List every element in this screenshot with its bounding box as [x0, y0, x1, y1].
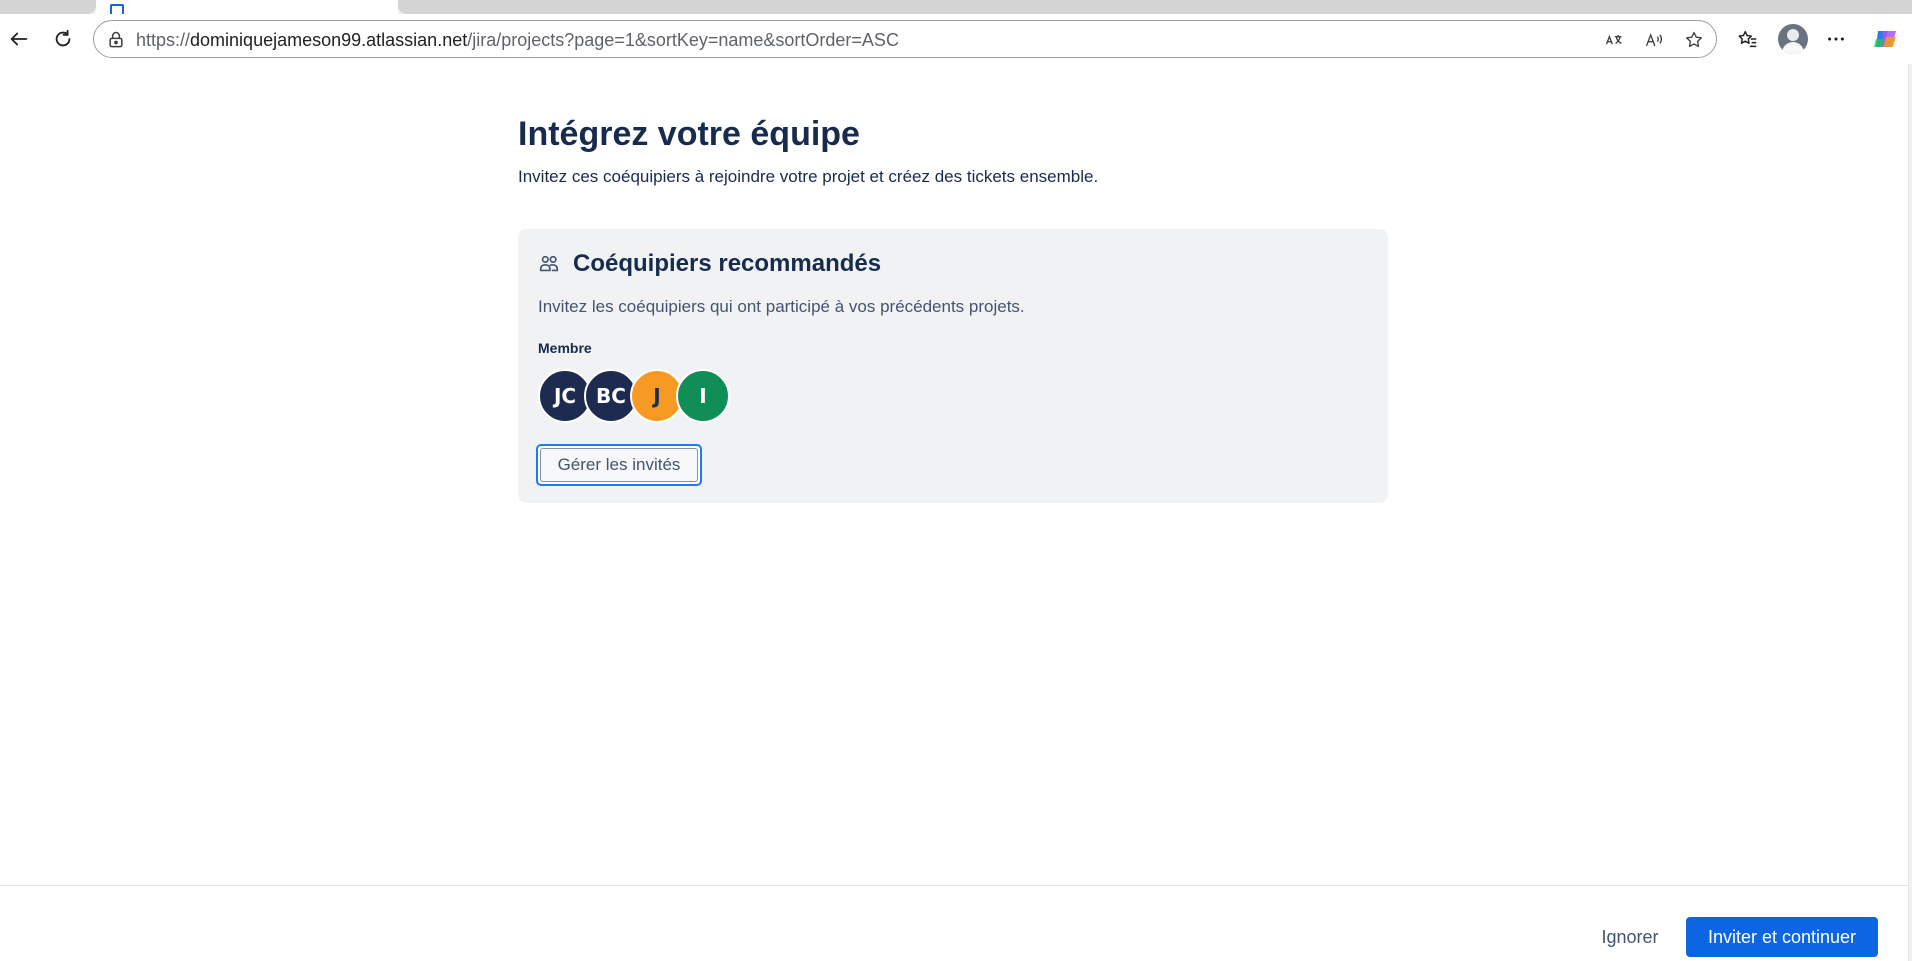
- refresh-icon[interactable]: [46, 22, 80, 56]
- star-icon[interactable]: [1682, 28, 1706, 52]
- manage-invites-label: Gérer les invités: [540, 448, 698, 482]
- avatar[interactable]: I: [676, 369, 730, 423]
- footer-divider: [0, 885, 1908, 886]
- url-prefix: https://: [136, 30, 191, 50]
- read-aloud-icon[interactable]: [1642, 28, 1666, 52]
- url-path: /jira/projects?page=1&sortKey=name&sortO…: [467, 30, 899, 50]
- url-text[interactable]: https://dominiquejameson99.atlassian.net…: [136, 30, 899, 50]
- manage-invites-button[interactable]: Gérer les invités: [536, 444, 702, 486]
- tab-strip-empty: [398, 0, 1912, 14]
- url-host: dominiquejameson99.atlassian.net: [190, 30, 468, 50]
- lock-icon[interactable]: [106, 30, 126, 50]
- card-title: Coéquipiers recommandés: [573, 250, 882, 277]
- more-icon[interactable]: [1819, 22, 1853, 56]
- profile-avatar[interactable]: [1778, 24, 1808, 54]
- translate-icon[interactable]: [1602, 28, 1626, 52]
- card-description: Invitez les coéquipiers qui ont particip…: [538, 297, 1025, 316]
- back-arrow-icon[interactable]: [2, 22, 36, 56]
- page-subtitle: Invitez ces coéquipiers à rejoindre votr…: [518, 167, 1099, 186]
- invite-and-continue-button[interactable]: Inviter et continuer: [1686, 917, 1878, 957]
- browser-tab-active[interactable]: [96, 0, 398, 14]
- profile-head: [1787, 29, 1799, 41]
- member-label: Membre: [538, 340, 592, 356]
- browser-tab-inactive[interactable]: [0, 0, 96, 14]
- address-bar[interactable]: https://dominiquejameson99.atlassian.net…: [93, 20, 1717, 58]
- page-content: [0, 64, 1908, 961]
- ignore-button[interactable]: Ignorer: [1584, 917, 1676, 957]
- people-icon: [539, 255, 559, 272]
- browser-toolbar: https://dominiquejameson99.atlassian.net…: [0, 14, 1912, 64]
- jira-favicon-icon: [110, 4, 124, 14]
- profile-body: [1782, 42, 1804, 54]
- scrollbar[interactable]: [1908, 64, 1912, 961]
- tab-strip: [0, 0, 1912, 14]
- favorites-icon[interactable]: [1731, 22, 1765, 56]
- copilot-icon[interactable]: [1872, 25, 1900, 53]
- page-title: Intégrez votre équipe: [518, 115, 860, 153]
- recommended-teammates-card: Coéquipiers recommandés Invitez les coéq…: [518, 229, 1388, 503]
